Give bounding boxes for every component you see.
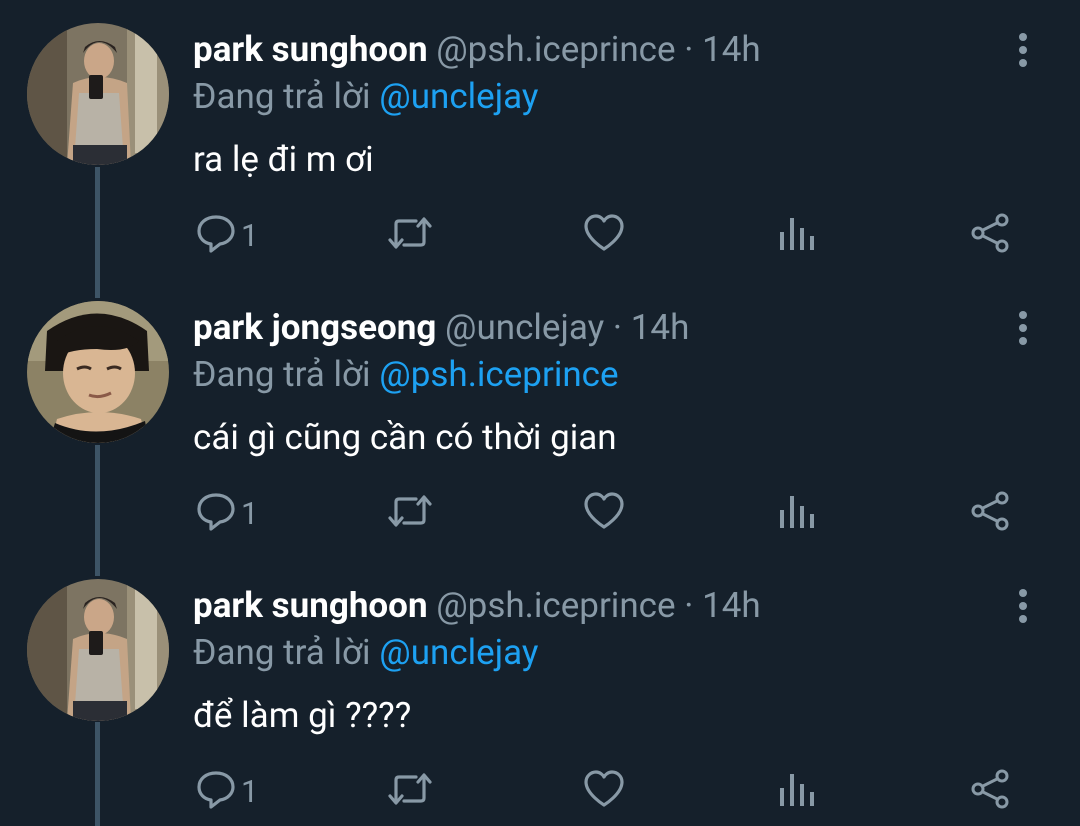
tweet[interactable]: park sunghoon @psh.iceprince · 14h Đang … (0, 0, 1080, 277)
separator: · (684, 585, 694, 626)
replying-to: Đang trả lời @unclejay (193, 73, 538, 121)
analytics-icon (777, 490, 817, 536)
retweet-icon (386, 212, 434, 258)
heart-icon (582, 212, 626, 258)
timestamp[interactable]: 14h (631, 307, 690, 348)
analytics-icon (777, 212, 817, 258)
analytics-icon (777, 768, 817, 814)
more-options-icon[interactable] (1008, 308, 1038, 348)
analytics-button[interactable] (777, 212, 817, 258)
separator: · (612, 307, 623, 348)
reply-button[interactable]: 1 (195, 490, 258, 536)
reply-icon (195, 490, 237, 536)
reply-count: 1 (241, 216, 259, 254)
share-icon (970, 768, 1012, 814)
analytics-button[interactable] (777, 768, 817, 814)
share-icon (970, 212, 1012, 258)
timestamp[interactable]: 14h (702, 585, 761, 626)
reply-icon (195, 212, 237, 258)
avatar[interactable] (27, 23, 169, 165)
replying-to-handle[interactable]: @unclejay (379, 76, 538, 117)
separator: · (684, 29, 694, 70)
more-options-icon[interactable] (1008, 586, 1038, 626)
reply-button[interactable]: 1 (195, 212, 258, 258)
share-button[interactable] (970, 212, 1012, 258)
reply-count: 1 (241, 772, 259, 810)
display-name[interactable]: park sunghoon (193, 585, 428, 626)
reply-icon (195, 768, 237, 814)
display-name[interactable]: park sunghoon (193, 29, 428, 70)
tweet-header: park sunghoon @psh.iceprince · 14h (193, 24, 761, 76)
heart-icon (582, 490, 626, 536)
share-button[interactable] (970, 490, 1012, 536)
reply-count: 1 (241, 494, 259, 532)
heart-icon (582, 768, 626, 814)
replying-to: Đang trả lời @unclejay (193, 629, 538, 677)
replying-to: Đang trả lời @psh.iceprince (193, 351, 619, 399)
tweet[interactable]: park jongseong @unclejay · 14h Đang trả … (0, 278, 1080, 555)
retweet-button[interactable] (386, 490, 434, 536)
more-options-icon[interactable] (1008, 30, 1038, 70)
tweet-text: để làm gì ???? (193, 695, 412, 736)
timestamp[interactable]: 14h (702, 29, 761, 70)
analytics-button[interactable] (777, 490, 817, 536)
like-button[interactable] (582, 490, 626, 536)
user-handle[interactable]: @unclejay (445, 307, 604, 348)
avatar[interactable] (27, 301, 169, 443)
tweet-header: park jongseong @unclejay · 14h (193, 302, 689, 354)
retweet-icon (386, 768, 434, 814)
retweet-button[interactable] (386, 212, 434, 258)
avatar[interactable] (27, 579, 169, 721)
share-icon (970, 490, 1012, 536)
reply-button[interactable]: 1 (195, 768, 258, 814)
tweet-header: park sunghoon @psh.iceprince · 14h (193, 580, 761, 632)
display-name[interactable]: park jongseong (193, 307, 436, 348)
tweet-text: ra lẹ đi m ơi (193, 139, 374, 180)
share-button[interactable] (970, 768, 1012, 814)
user-handle[interactable]: @psh.iceprince (436, 29, 675, 70)
user-handle[interactable]: @psh.iceprince (436, 585, 675, 626)
like-button[interactable] (582, 768, 626, 814)
replying-to-label: Đang trả lời (193, 354, 371, 395)
replying-to-handle[interactable]: @unclejay (379, 632, 538, 673)
tweet-text: cái gì cũng cần có thời gian (193, 417, 617, 458)
retweet-icon (386, 490, 434, 536)
retweet-button[interactable] (386, 768, 434, 814)
replying-to-label: Đang trả lời (193, 76, 371, 117)
replying-to-label: Đang trả lời (193, 632, 371, 673)
like-button[interactable] (582, 212, 626, 258)
replying-to-handle[interactable]: @psh.iceprince (379, 354, 618, 395)
tweet[interactable]: park sunghoon @psh.iceprince · 14h Đang … (0, 556, 1080, 826)
